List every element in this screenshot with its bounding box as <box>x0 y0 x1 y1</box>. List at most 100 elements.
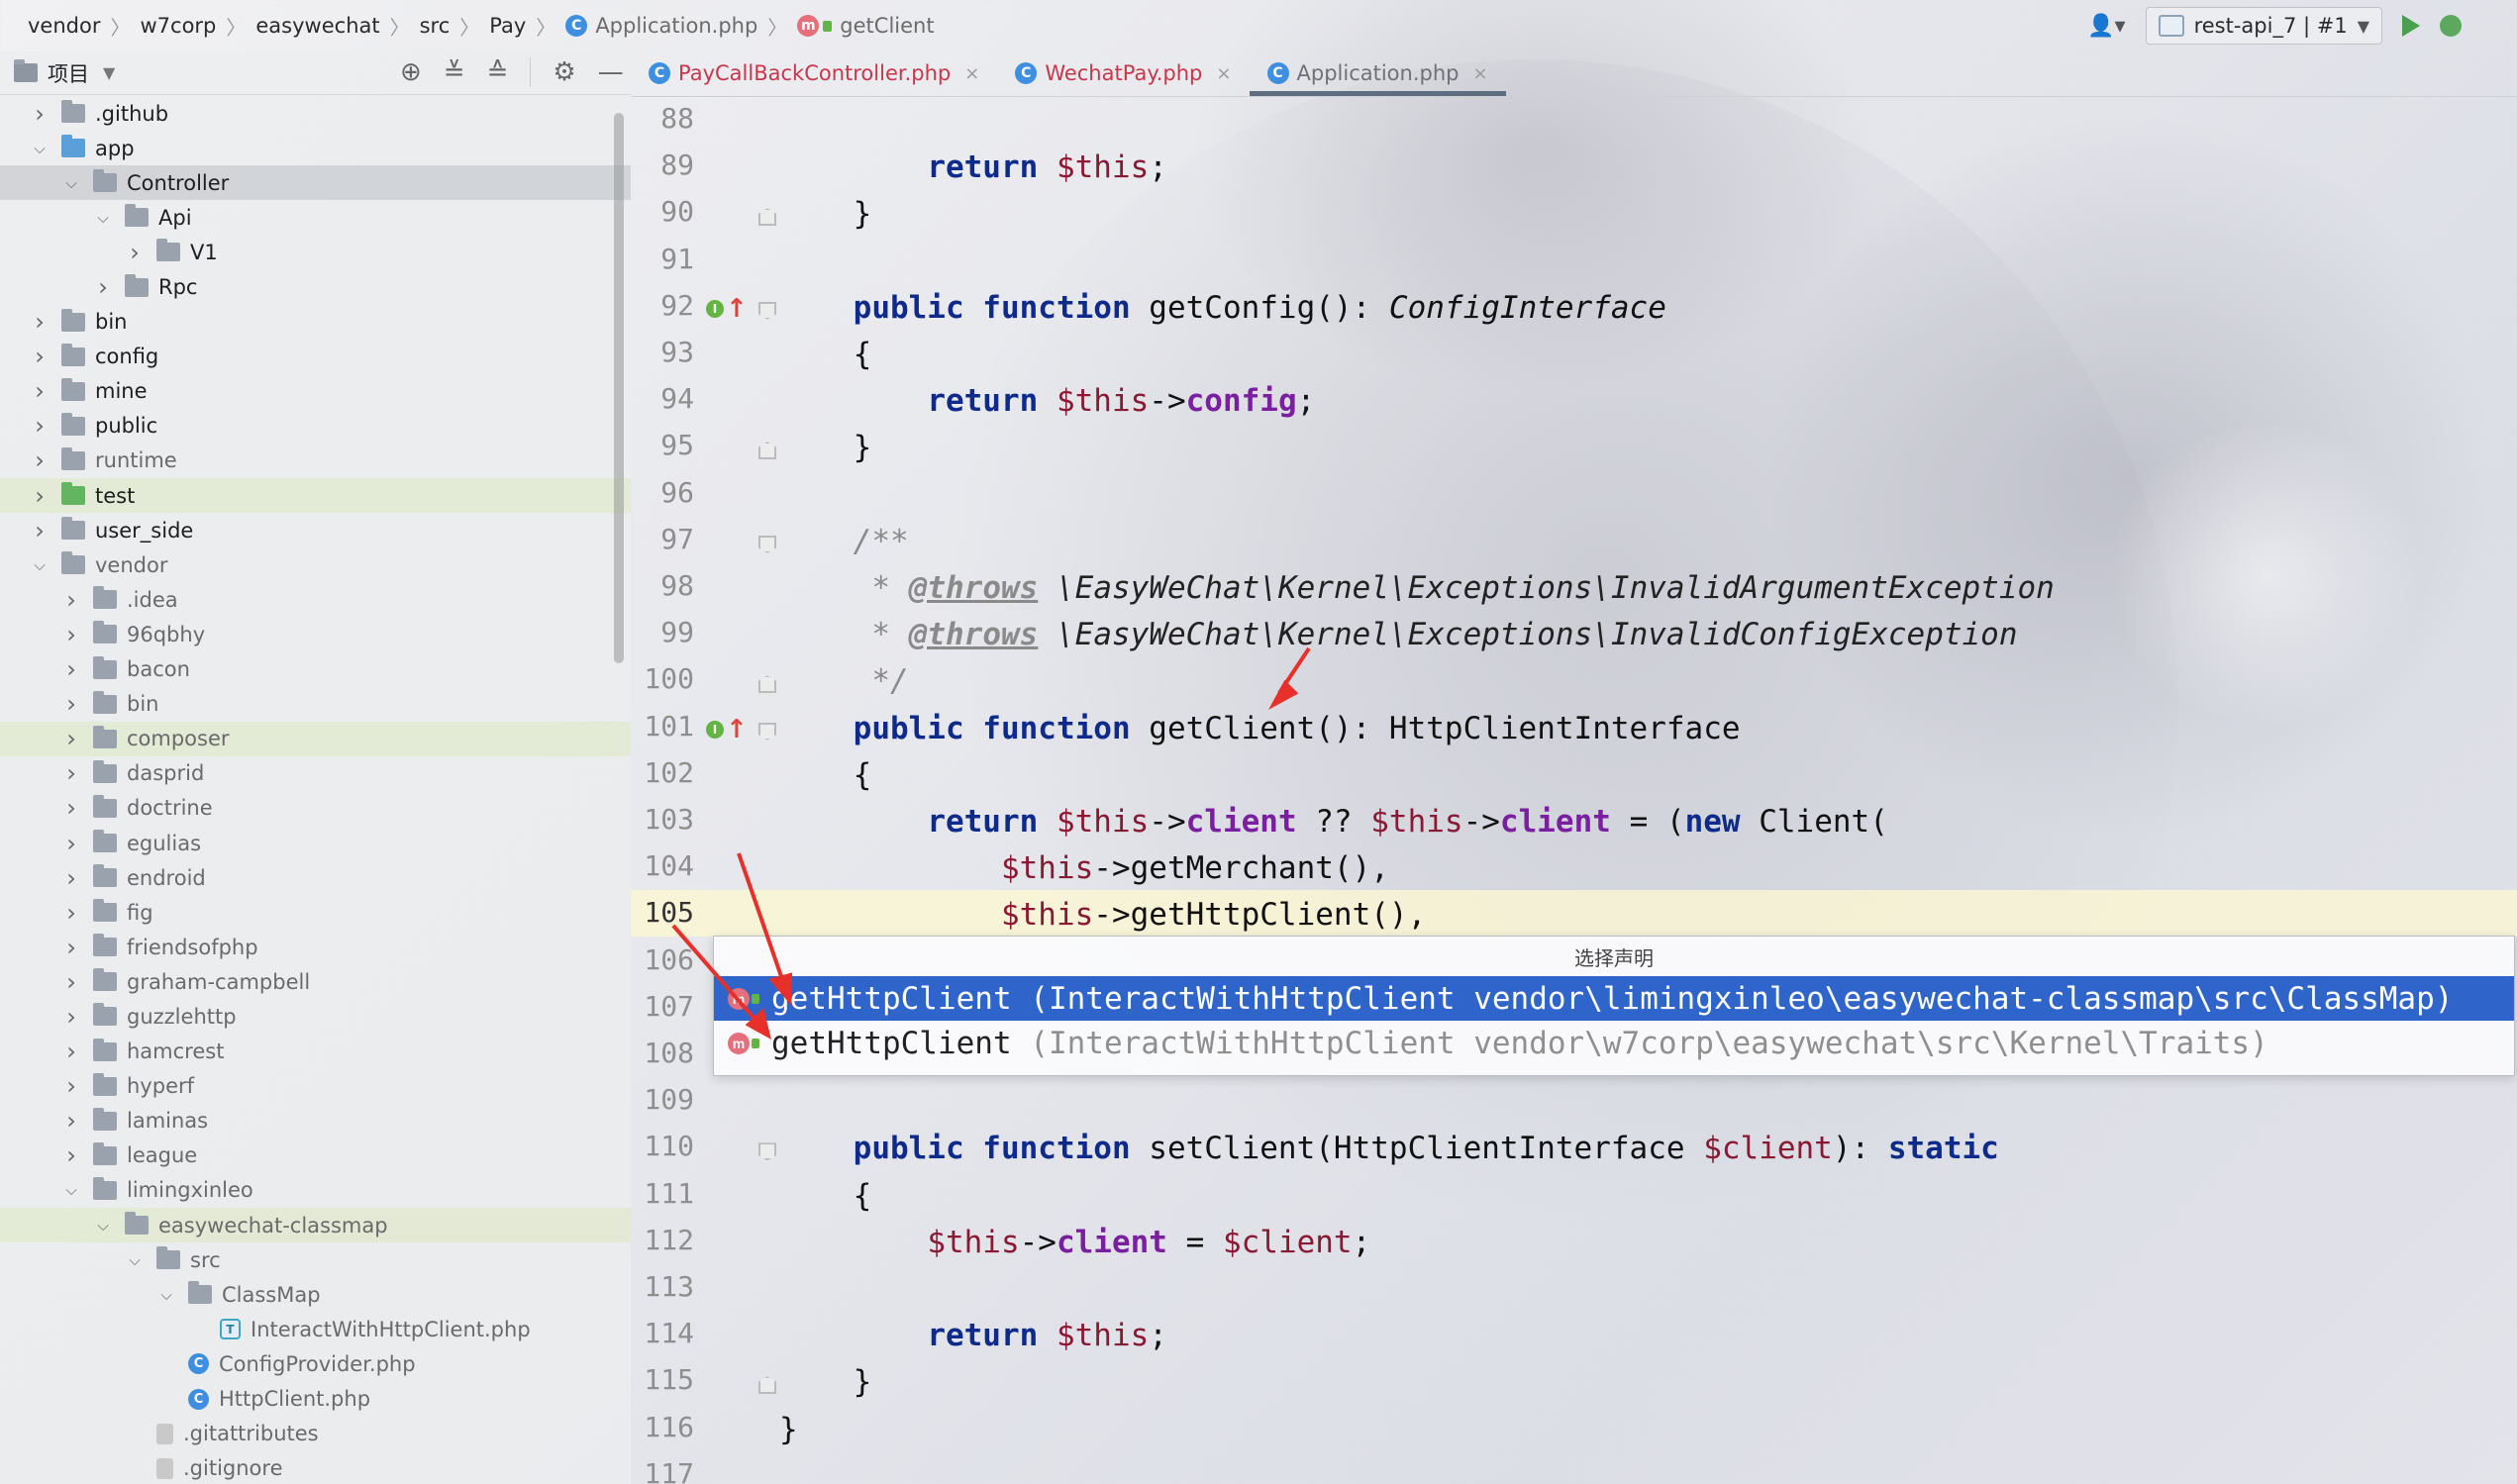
chevron-right-icon[interactable]: › <box>63 830 79 857</box>
tree-item[interactable]: › config <box>0 340 631 374</box>
expand-all-icon[interactable]: ≚ <box>444 57 465 87</box>
fold-icon[interactable] <box>758 1376 776 1395</box>
tree-item[interactable]: › user_side <box>0 513 631 547</box>
tree-item[interactable]: .gitattributes <box>0 1417 631 1451</box>
tree-item[interactable]: › endroid <box>0 860 631 895</box>
chevron-right-icon[interactable]: › <box>95 273 111 301</box>
chevron-right-icon[interactable]: › <box>63 1072 79 1100</box>
fold-icon[interactable] <box>758 535 776 553</box>
tree-item[interactable]: .gitignore <box>0 1451 631 1484</box>
editor-tab[interactable]: C PayCallBackController.php × <box>631 50 997 96</box>
chevron-right-icon[interactable]: › <box>63 655 79 683</box>
tree-item[interactable]: ⌵ app <box>0 131 631 165</box>
chevron-right-icon[interactable]: › <box>32 412 48 440</box>
gutter-marker[interactable]: I ↑ <box>706 296 748 322</box>
tree-item[interactable]: › laminas <box>0 1104 631 1138</box>
tree-item[interactable]: › .github <box>0 96 631 131</box>
run-config-selector[interactable]: rest-api_7 | #1 ▼ <box>2145 7 2382 45</box>
tree-item[interactable]: C HttpClient.php <box>0 1381 631 1416</box>
fold-icon[interactable] <box>758 301 776 320</box>
tree-item[interactable]: › bin <box>0 305 631 340</box>
chevron-right-icon[interactable]: › <box>63 1141 79 1169</box>
gear-icon[interactable]: ⚙ <box>553 57 575 87</box>
chevron-right-icon[interactable]: › <box>63 690 79 718</box>
tree-item[interactable]: › runtime <box>0 444 631 478</box>
tree-item[interactable]: › .idea <box>0 582 631 617</box>
chevron-down-icon[interactable]: ⌵ <box>63 1181 79 1199</box>
gutter-marker[interactable]: I ↑ <box>706 717 748 742</box>
tree-item[interactable]: › hyperf <box>0 1069 631 1104</box>
chevron-down-icon[interactable]: ⌵ <box>158 1286 174 1304</box>
implements-icon[interactable]: I <box>706 299 724 318</box>
tree-item[interactable]: › graham-campbell <box>0 964 631 999</box>
close-icon[interactable]: × <box>1216 63 1231 84</box>
tree-item[interactable]: › Rpc <box>0 269 631 304</box>
tree-item[interactable]: › guzzlehttp <box>0 999 631 1034</box>
tree-item[interactable]: › egulias <box>0 826 631 860</box>
chevron-right-icon[interactable]: › <box>63 899 79 927</box>
minimize-icon[interactable]: — <box>598 57 624 87</box>
tree-item[interactable]: › league <box>0 1138 631 1173</box>
tree-item[interactable]: ⌵ Controller <box>0 165 631 201</box>
breadcrumb-item[interactable]: easywechat 〉 <box>255 12 419 41</box>
fold-icon[interactable] <box>758 442 776 460</box>
override-up-icon[interactable]: ↑ <box>726 296 748 322</box>
chevron-down-icon[interactable]: ⌵ <box>95 209 111 227</box>
chevron-right-icon[interactable]: › <box>32 482 48 510</box>
close-icon[interactable]: × <box>964 63 979 84</box>
override-up-icon[interactable]: ↑ <box>726 717 748 742</box>
tree-item[interactable]: ⌵ ClassMap <box>0 1277 631 1312</box>
tree-item[interactable]: C ConfigProvider.php <box>0 1346 631 1381</box>
close-icon[interactable]: × <box>1472 63 1487 84</box>
breadcrumb-method[interactable]: m getClient <box>797 14 935 38</box>
tree-item[interactable]: › hamcrest <box>0 1035 631 1069</box>
chevron-right-icon[interactable]: › <box>63 621 79 648</box>
chevron-right-icon[interactable]: › <box>63 586 79 614</box>
collapse-all-icon[interactable]: ≙ <box>487 57 509 87</box>
declaration-option[interactable]: m getHttpClient (InteractWithHttpClient v… <box>714 976 2514 1021</box>
tree-item[interactable]: T InteractWithHttpClient.php <box>0 1312 631 1346</box>
chevron-right-icon[interactable]: › <box>63 725 79 752</box>
chevron-down-icon[interactable]: ⌵ <box>127 1251 143 1269</box>
chevron-right-icon[interactable]: › <box>32 517 48 544</box>
editor-tab[interactable]: C Application.php × <box>1249 50 1506 96</box>
chevron-right-icon[interactable]: › <box>63 1003 79 1031</box>
tree-item[interactable]: › V1 <box>0 235 631 269</box>
fold-icon[interactable] <box>758 208 776 227</box>
chevron-down-icon[interactable]: ⌵ <box>63 174 79 192</box>
fold-icon[interactable] <box>758 722 776 741</box>
chevron-right-icon[interactable]: › <box>127 239 143 266</box>
tree-item[interactable]: › fig <box>0 895 631 930</box>
tree-item[interactable]: › dasprid <box>0 756 631 791</box>
tree-item[interactable]: › friendsofphp <box>0 930 631 964</box>
tree-item[interactable]: › mine <box>0 374 631 409</box>
chevron-right-icon[interactable]: › <box>63 968 79 996</box>
fold-icon[interactable] <box>758 1142 776 1161</box>
chevron-right-icon[interactable]: › <box>63 759 79 787</box>
chevron-down-icon[interactable]: ▼ <box>103 63 115 82</box>
breadcrumb-item[interactable]: Pay 〉 <box>489 12 565 41</box>
chevron-right-icon[interactable]: › <box>32 446 48 474</box>
fold-icon[interactable] <box>758 675 776 694</box>
chevron-right-icon[interactable]: › <box>32 377 48 405</box>
locate-icon[interactable]: ⊕ <box>400 57 422 87</box>
user-icon[interactable]: 👤▾ <box>2087 14 2125 39</box>
chevron-down-icon[interactable]: ⌵ <box>32 140 48 157</box>
chevron-right-icon[interactable]: › <box>32 100 48 128</box>
breadcrumb-file[interactable]: C Application.php 〉 <box>565 12 797 41</box>
breadcrumb-item[interactable]: w7corp 〉 <box>140 12 255 41</box>
tree-item[interactable]: ⌵ Api <box>0 200 631 235</box>
tree-item[interactable]: ⌵ src <box>0 1242 631 1277</box>
breadcrumb-item[interactable]: vendor 〉 <box>28 12 140 41</box>
tree-item[interactable]: ⌵ limingxinleo <box>0 1173 631 1208</box>
chevron-right-icon[interactable]: › <box>32 343 48 370</box>
chevron-down-icon[interactable]: ⌵ <box>95 1217 111 1235</box>
scrollbar[interactable] <box>614 113 624 663</box>
chevron-right-icon[interactable]: › <box>63 1107 79 1135</box>
project-title[interactable]: 项目 <box>48 58 89 88</box>
code-editor[interactable]: 88 89 return $this; 90 } 91 92 I ↑ public func… <box>631 98 2517 1484</box>
chevron-down-icon[interactable]: ⌵ <box>32 556 48 574</box>
tree-item[interactable]: ⌵ vendor <box>0 547 631 582</box>
tree-item[interactable]: › bacon <box>0 652 631 687</box>
chevron-right-icon[interactable]: › <box>63 1038 79 1065</box>
